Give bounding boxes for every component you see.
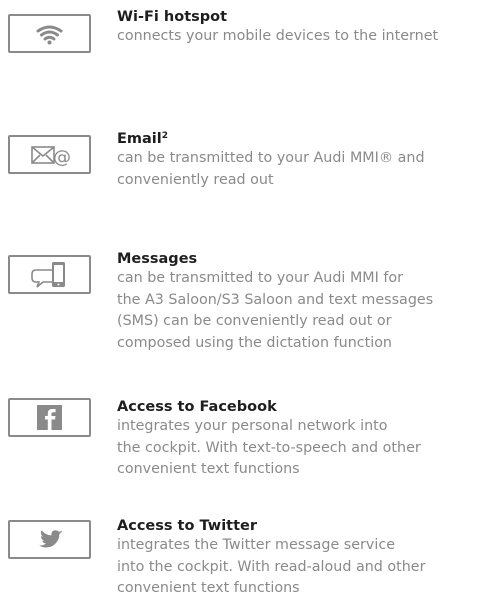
feature-title: Wi-Fi hotspot <box>117 9 228 25</box>
wifi-icon <box>8 14 91 53</box>
feature-description-line: (SMS) can be conveniently read out or <box>117 313 392 329</box>
feature-title: Access to Facebook <box>117 399 277 415</box>
twitter-icon <box>8 520 91 559</box>
email-icon: @ <box>8 135 91 174</box>
feature-description-line: can be transmitted to your Audi MMI for <box>117 270 404 286</box>
feature-description-line: the A3 Saloon/S3 Saloon and text message… <box>117 291 434 308</box>
feature-description-line: convenient text functions <box>117 461 300 477</box>
feature-title: Messages <box>117 251 198 267</box>
feature-description-line: can be transmitted to your Audi MMI® and <box>117 150 425 166</box>
feature-description-line: composed using the dictation function <box>117 334 392 351</box>
messages-icon <box>8 255 91 294</box>
footnote-marker: 2 <box>161 131 169 141</box>
feature-description-line: connects your mobile devices to the inte… <box>117 28 439 44</box>
feature-description-line: conveniently read out <box>117 171 274 188</box>
facebook-icon <box>8 398 91 437</box>
feature-description-line: convenient text functions <box>117 580 300 596</box>
feature-title-text: Email <box>117 131 162 147</box>
feature-description-line: integrates your personal network into <box>117 418 388 434</box>
feature-description-line: into the cockpit. With read-aloud and ot… <box>117 558 426 575</box>
feature-title: Email2 <box>117 131 477 148</box>
svg-text:@: @ <box>53 147 71 168</box>
feature-description-line: integrates the Twitter message service <box>117 537 396 553</box>
feature-title: Access to Twitter <box>117 518 258 534</box>
feature-description-line: the cockpit. With text-to-speech and oth… <box>117 439 421 456</box>
